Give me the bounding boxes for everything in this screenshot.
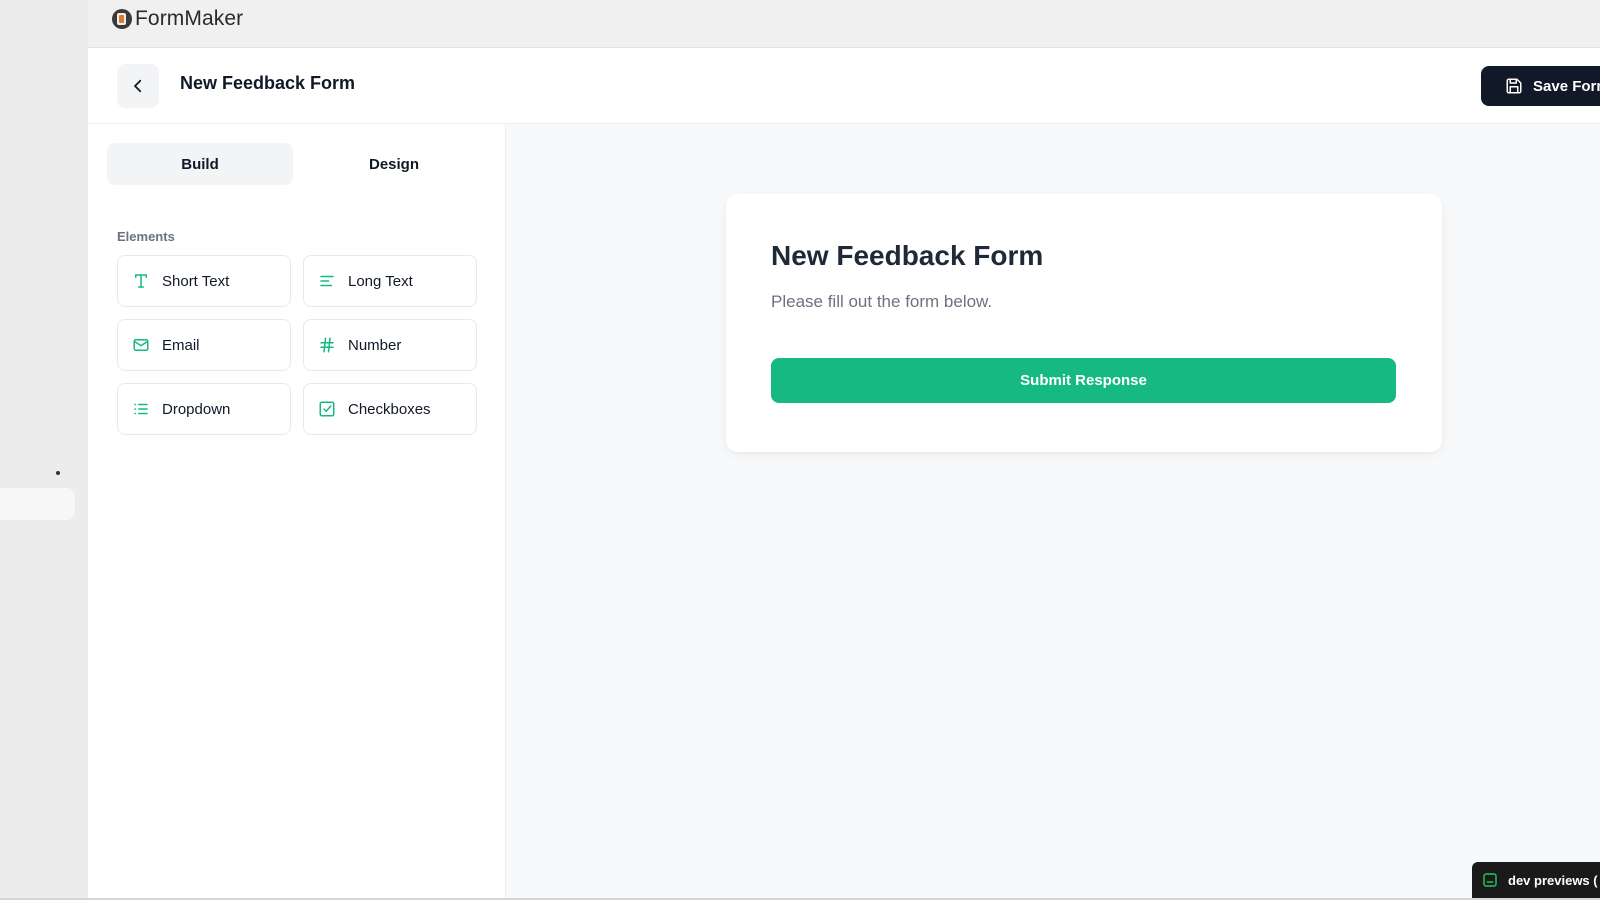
back-button[interactable] xyxy=(117,64,159,108)
check-square-icon xyxy=(318,400,336,418)
save-form-button[interactable]: Save Form xyxy=(1481,66,1600,106)
form-title[interactable]: New Feedback Form xyxy=(771,240,1043,272)
editor-header: New Feedback Form Save Form xyxy=(88,48,1600,124)
element-checkboxes[interactable]: Checkboxes xyxy=(303,383,477,435)
hash-icon xyxy=(318,336,336,354)
elements-palette: Short Text Long Text Email Number Dropdo… xyxy=(117,255,477,435)
element-label: Dropdown xyxy=(162,400,231,418)
list-icon xyxy=(132,400,150,418)
app-bar: FormMaker xyxy=(88,0,1600,48)
element-label: Short Text xyxy=(162,272,230,290)
dev-previews-badge[interactable]: dev previews ( xyxy=(1472,862,1600,898)
gutter-panel[interactable] xyxy=(0,488,75,520)
mail-icon xyxy=(132,336,150,354)
save-icon xyxy=(1506,78,1522,94)
tab-build[interactable]: Build xyxy=(107,143,293,185)
chevron-left-icon xyxy=(134,79,142,93)
dev-previews-label: dev previews ( xyxy=(1508,872,1598,888)
save-form-label: Save Form xyxy=(1533,77,1600,95)
left-gutter xyxy=(0,0,88,900)
element-label: Long Text xyxy=(348,272,413,290)
gutter-dot xyxy=(56,471,60,475)
element-label: Number xyxy=(348,336,402,354)
element-label: Email xyxy=(162,336,200,354)
page-title: New Feedback Form xyxy=(180,73,356,93)
tab-design[interactable]: Design xyxy=(301,143,487,185)
logo-icon xyxy=(112,9,132,29)
element-dropdown[interactable]: Dropdown xyxy=(117,383,291,435)
builder-tabs: Build Design xyxy=(107,143,493,185)
preview-icon xyxy=(1483,873,1497,887)
form-preview-canvas: New Feedback Form Please fill out the fo… xyxy=(506,124,1600,900)
app-name: FormMaker xyxy=(135,7,244,30)
element-long-text[interactable]: Long Text xyxy=(303,255,477,307)
element-label: Checkboxes xyxy=(348,400,431,418)
elements-section-label: Elements xyxy=(117,229,175,244)
type-icon xyxy=(132,272,150,290)
align-left-icon xyxy=(318,272,336,290)
form-description[interactable]: Please fill out the form below. xyxy=(771,292,992,312)
element-number[interactable]: Number xyxy=(303,319,477,371)
builder-sidebar: Build Design Elements Short Text Long Te… xyxy=(88,124,506,900)
element-short-text[interactable]: Short Text xyxy=(117,255,291,307)
submit-response-button[interactable]: Submit Response xyxy=(771,358,1396,403)
app-logo[interactable]: FormMaker xyxy=(112,7,243,31)
form-card: New Feedback Form Please fill out the fo… xyxy=(726,194,1442,452)
element-email[interactable]: Email xyxy=(117,319,291,371)
